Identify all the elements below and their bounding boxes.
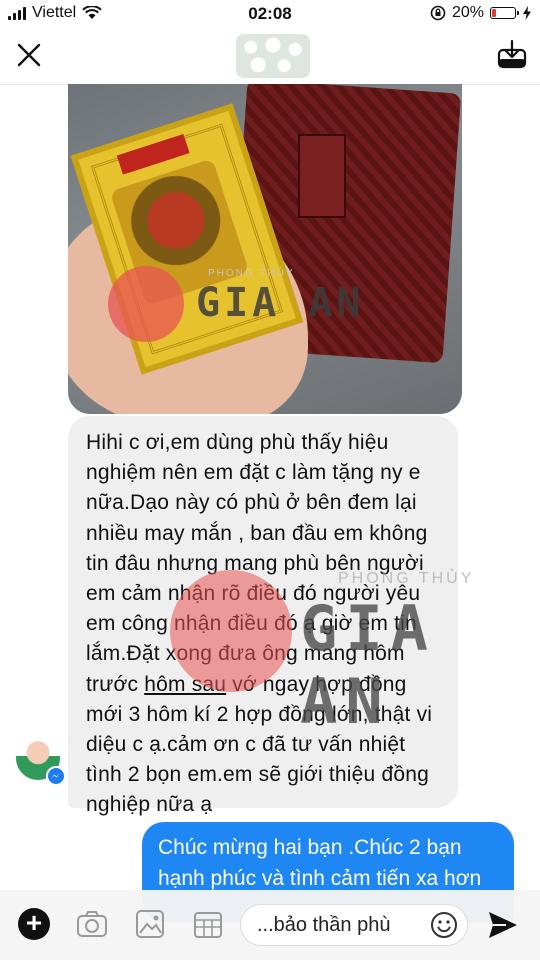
- message-line: tình 2 bọn em.em sẽ giới thiệu đồng: [86, 763, 429, 787]
- viewer-header: [0, 28, 540, 85]
- message-line: nhiều may mắn , ban đầu em không: [86, 521, 428, 545]
- messenger-badge-icon: [46, 766, 66, 786]
- message-input[interactable]: ...bảo thần phù: [240, 904, 468, 946]
- message-line: nghiệm nên em đặt c làm tặng ny e: [86, 461, 421, 485]
- close-icon[interactable]: [14, 40, 44, 70]
- message-line: Hihi c ơi,em dùng phù thấy hiệu: [86, 431, 389, 454]
- emoji-icon[interactable]: [429, 910, 459, 940]
- sticker-icon[interactable]: [190, 906, 226, 942]
- pouch-label: [298, 134, 346, 218]
- watermark-brand-text-large: GIA AN: [300, 592, 436, 738]
- watermark-brand-text: GIA AN: [196, 280, 365, 326]
- message-line: nữa.Dạo này có phù ở bên đem lại: [86, 491, 417, 515]
- sent-message-text: Chúc mừng hai bạn .Chúc 2 bạn hạnh phúc …: [158, 832, 508, 894]
- download-icon[interactable]: [496, 38, 528, 70]
- message-input-text: ...bảo thần phù: [257, 914, 391, 936]
- battery-icon: [490, 7, 519, 19]
- chat-photo[interactable]: PHONG THỦY GIA AN: [68, 84, 462, 414]
- send-icon[interactable]: [486, 908, 520, 942]
- charging-icon: [523, 6, 531, 20]
- image-icon[interactable]: [132, 906, 168, 942]
- conversation-thumbnail[interactable]: [236, 34, 310, 78]
- watermark-small-text: PHONG THỦY: [208, 268, 295, 279]
- status-right: 20%: [430, 4, 532, 22]
- message-line: nghiệp nữa ạ: [86, 793, 213, 817]
- camera-icon[interactable]: [74, 906, 110, 942]
- status-bar: Viettel 02:08 20%: [0, 0, 540, 28]
- battery-percent: 20%: [451, 4, 484, 21]
- watermark-small-text-large: PHONG THỦY: [338, 570, 475, 587]
- rotation-lock-icon: [430, 5, 446, 21]
- message-line: Chúc mừng hai bạn .Chúc 2 bạn: [158, 836, 462, 859]
- composer-bar: + ...bảo thần phù: [0, 890, 540, 960]
- watermark-logo-large: [170, 570, 292, 692]
- plus-icon[interactable]: +: [18, 908, 50, 940]
- battery-level: [492, 9, 496, 17]
- watermark-logo: [108, 266, 184, 342]
